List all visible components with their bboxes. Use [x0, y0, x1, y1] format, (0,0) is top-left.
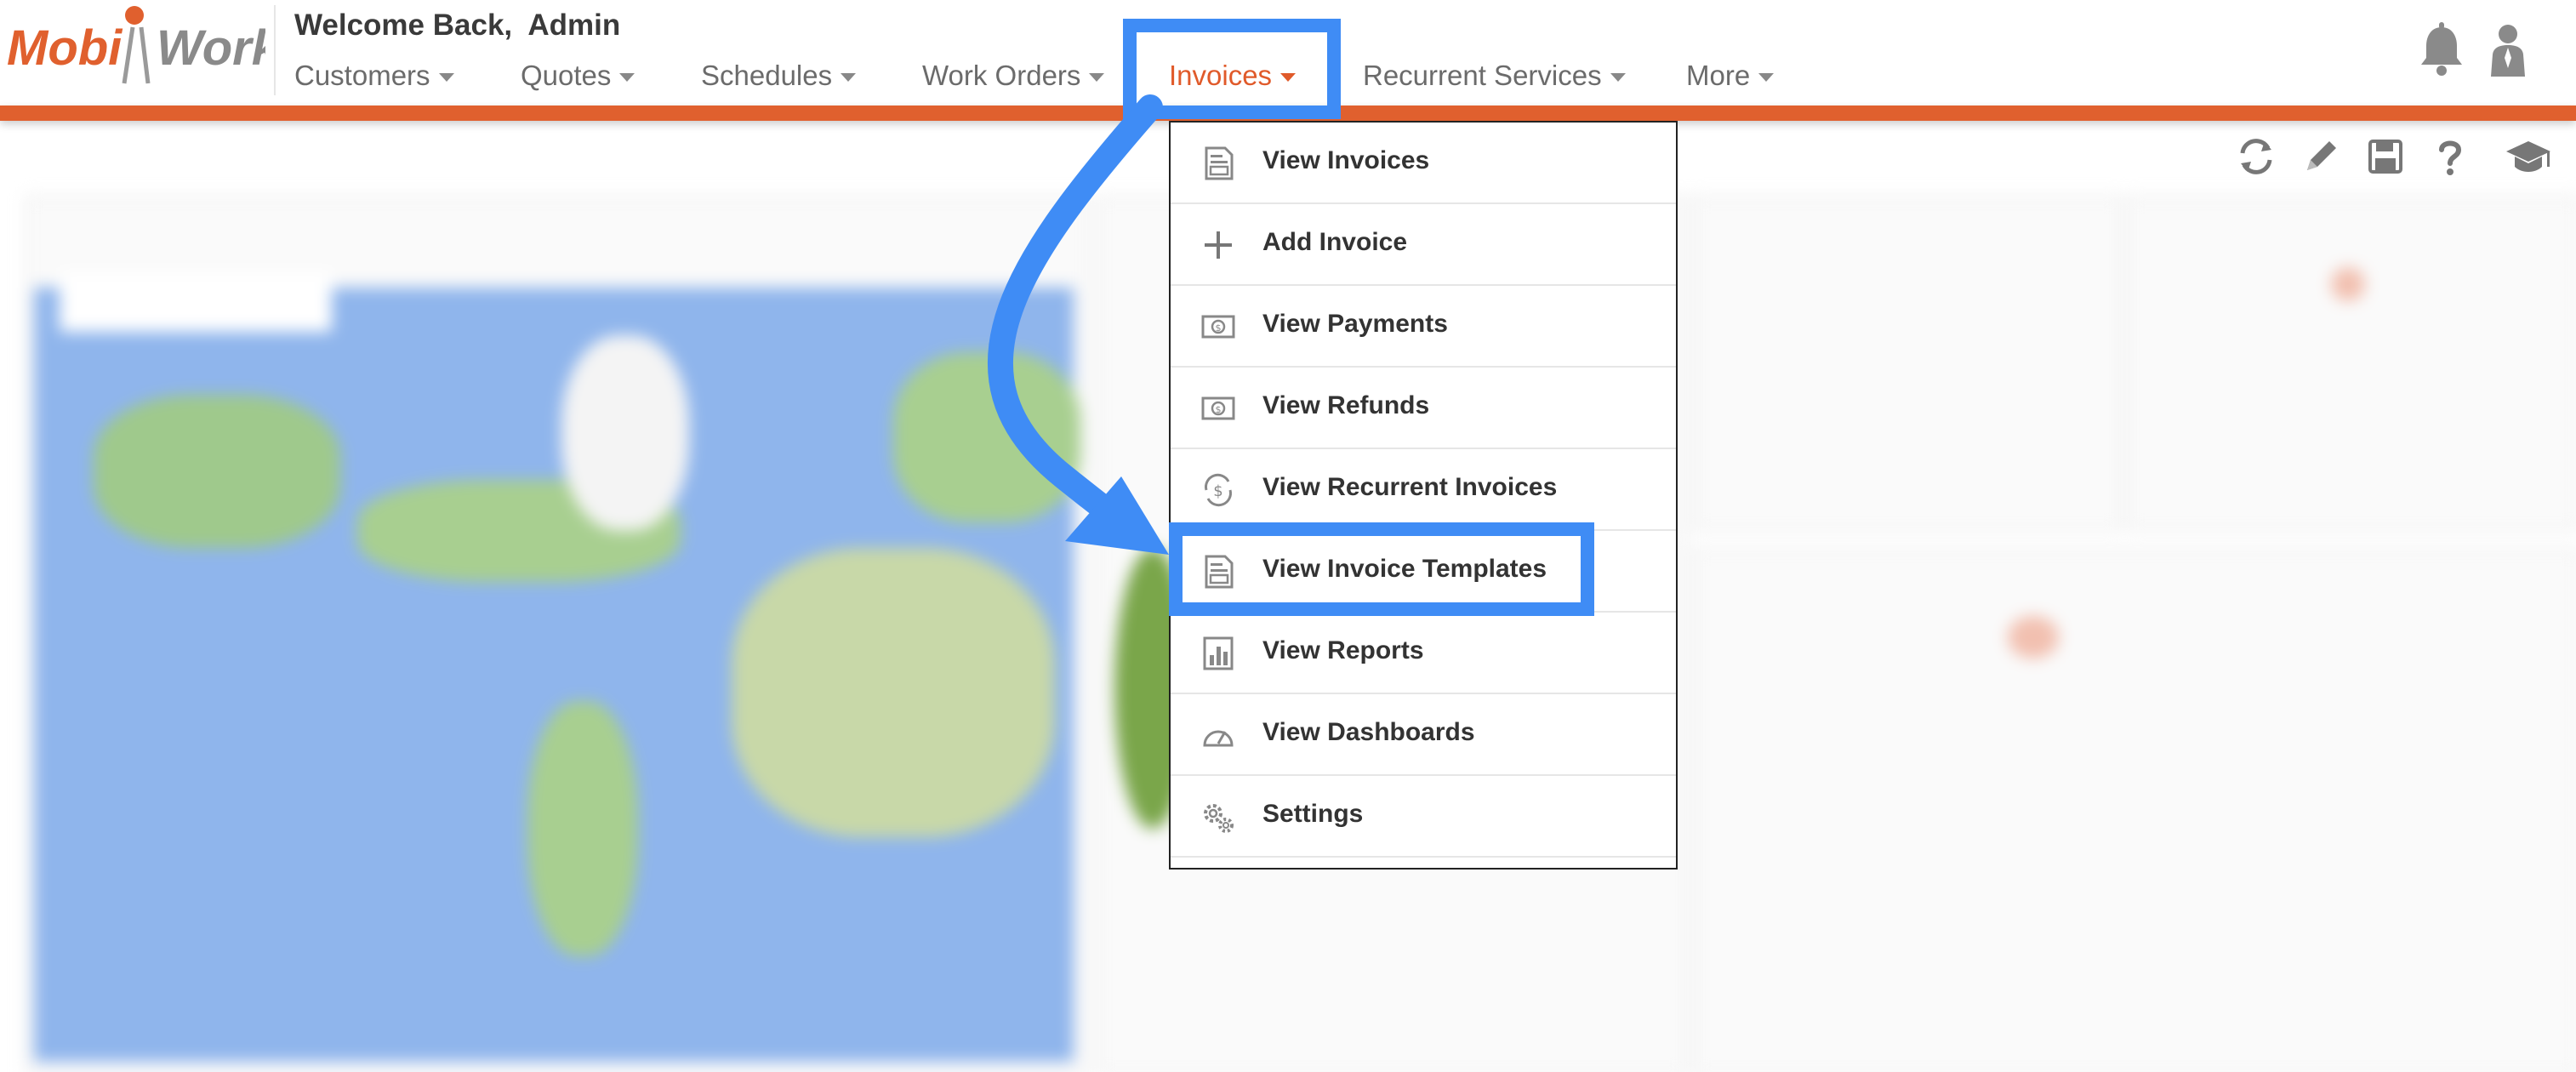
invoice-document-icon — [1205, 146, 1234, 180]
caret-down-icon — [1089, 73, 1105, 82]
map-land — [732, 548, 1055, 837]
money-bill-icon: $ — [1201, 315, 1235, 339]
menu-item-label: View Invoices — [1262, 146, 1430, 174]
menu-item-label: View Payments — [1262, 310, 1448, 338]
nav-more[interactable]: More — [1686, 56, 1775, 95]
map-land — [527, 701, 638, 956]
menu-item-label: View Recurrent Invoices — [1262, 473, 1558, 501]
menu-item-view-payments[interactable]: $ View Payments — [1171, 286, 1676, 368]
stat-badge — [2331, 267, 2365, 301]
menu-item-add-invoice[interactable]: Add Invoice — [1171, 204, 1676, 286]
nav-schedules[interactable]: Schedules — [701, 56, 857, 95]
caret-down-icon — [438, 73, 454, 82]
menu-item-label: View Dashboards — [1262, 718, 1475, 746]
svg-text:$: $ — [1216, 404, 1222, 415]
welcome-message: Welcome Back, Admin — [294, 9, 620, 43]
menu-item-view-reports[interactable]: View Reports — [1171, 613, 1676, 694]
nav-customers[interactable]: Customers — [294, 56, 454, 95]
speedometer-icon — [1203, 730, 1234, 747]
caret-down-icon — [841, 73, 857, 82]
highlight-box-invoices-nav — [1123, 19, 1341, 119]
bar-chart-icon — [1203, 636, 1234, 670]
help-icon[interactable] — [2428, 134, 2472, 179]
svg-text:$: $ — [1216, 322, 1222, 334]
nav-label: Schedules — [701, 60, 833, 91]
recurring-dollar-icon: $ — [1205, 473, 1232, 507]
nav-label: More — [1686, 60, 1751, 91]
bell-icon[interactable] — [2416, 22, 2467, 78]
svg-text:Mobi: Mobi — [7, 20, 123, 76]
nav-work-orders[interactable]: Work Orders — [922, 56, 1105, 95]
logo-divider — [274, 5, 276, 95]
nav-label: Quotes — [521, 60, 612, 91]
mobiwork-logo[interactable]: Mobi Work — [5, 2, 265, 87]
money-bill-icon: $ — [1201, 396, 1235, 420]
stat-panel — [1693, 196, 2122, 531]
menu-item-view-recurrent-invoices[interactable]: $ View Recurrent Invoices — [1171, 449, 1676, 531]
map-land — [893, 352, 1080, 522]
gears-icon — [1204, 804, 1234, 833]
map-land — [561, 335, 689, 531]
save-icon[interactable] — [2363, 134, 2408, 179]
table-badge — [2008, 616, 2059, 659]
nav-label: Customers — [294, 60, 430, 91]
menu-item-label: View Refunds — [1262, 391, 1430, 419]
plus-icon — [1205, 231, 1232, 259]
menu-item-label: Add Invoice — [1262, 228, 1408, 256]
stat-panel — [2127, 196, 2576, 531]
table-panel — [1693, 548, 2576, 1072]
caret-down-icon — [1610, 73, 1626, 82]
nav-recurrent-services[interactable]: Recurrent Services — [1363, 56, 1626, 95]
highlight-box-invoice-templates — [1169, 522, 1594, 616]
menu-item-label: Settings — [1262, 800, 1364, 828]
menu-item-view-dashboards[interactable]: View Dashboards — [1171, 694, 1676, 776]
map-controls — [60, 272, 332, 332]
nav-label: Work Orders — [922, 60, 1081, 91]
menu-item-settings[interactable]: Settings — [1171, 776, 1676, 858]
pencil-icon[interactable] — [2299, 134, 2343, 179]
caret-down-icon — [1758, 73, 1775, 82]
svg-text:Work: Work — [157, 20, 265, 76]
welcome-username: Admin — [527, 9, 621, 42]
refresh-icon[interactable] — [2234, 134, 2278, 179]
menu-item-view-refunds[interactable]: $ View Refunds — [1171, 368, 1676, 449]
map-land — [94, 395, 340, 548]
menu-item-label: View Reports — [1262, 636, 1424, 664]
svg-text:$: $ — [1213, 482, 1222, 500]
app-root: Mobi Work Welcome Back, Admin Customers … — [0, 0, 2576, 1072]
nav-quotes[interactable]: Quotes — [521, 56, 635, 95]
menu-item-view-invoices[interactable]: View Invoices — [1171, 123, 1676, 204]
graduation-cap-icon[interactable] — [2503, 134, 2554, 179]
nav-label: Recurrent Services — [1363, 60, 1602, 91]
caret-down-icon — [619, 73, 635, 82]
user-icon[interactable] — [2482, 22, 2533, 78]
welcome-prefix: Welcome Back, — [294, 9, 513, 42]
invoices-dropdown-menu: View Invoices Add Invoice $ View Payment… — [1169, 121, 1678, 870]
